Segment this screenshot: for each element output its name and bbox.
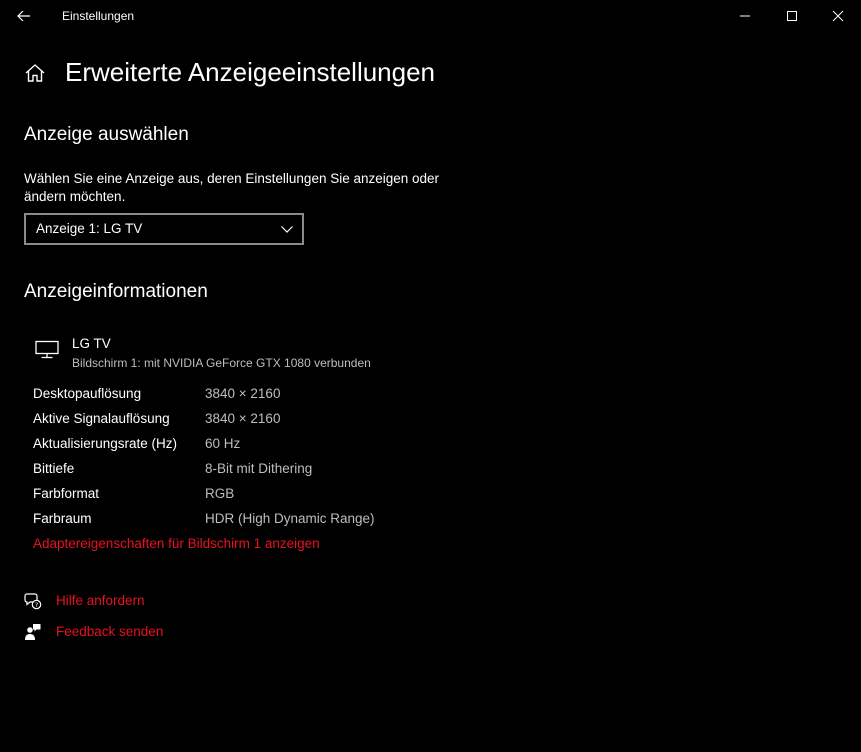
info-label: Bittiefe [33,461,75,476]
minimize-button[interactable] [722,0,768,32]
chevron-down-icon [281,226,293,233]
svg-text:?: ? [35,601,38,609]
get-help-label: Hilfe anfordern [56,593,145,608]
info-row: Aktualisierungsrate (Hz) 60 Hz [33,434,533,459]
info-value: 3840 × 2160 [205,411,281,426]
info-value: HDR (High Dynamic Range) [205,511,375,526]
settings-window: Einstellungen Erweiterte Anzeigeeinstell… [0,0,861,752]
info-value: 8-Bit mit Dithering [205,461,313,476]
home-icon[interactable] [24,62,46,84]
display-select-dropdown[interactable]: Anzeige 1: LG TV [24,213,304,245]
info-label: Aktive Signalauflösung [33,411,170,426]
display-info-heading: Anzeigeinformationen [24,281,208,302]
select-display-description: Wählen Sie eine Anzeige aus, deren Einst… [24,171,440,204]
close-icon [832,10,844,22]
info-value: 3840 × 2160 [205,386,281,401]
arrow-left-icon [17,10,30,22]
minimize-icon [740,15,750,17]
info-row: Aktive Signalauflösung 3840 × 2160 [33,409,533,434]
monitor-subtitle: Bildschirm 1: mit NVIDIA GeForce GTX 108… [72,356,371,370]
info-row: Desktopauflösung 3840 × 2160 [33,384,533,409]
info-value: RGB [205,486,235,501]
info-label: Farbformat [33,486,100,501]
select-display-heading: Anzeige auswählen [24,124,189,145]
send-feedback-label: Feedback senden [56,624,164,639]
display-info-table: Desktopauflösung 3840 × 2160 Aktive Sign… [33,384,533,534]
chat-help-icon: ? [24,593,42,610]
info-row: Bittiefe 8-Bit mit Dithering [33,459,533,484]
info-label: Farbraum [33,511,92,526]
back-button[interactable] [10,4,38,28]
monitor-name: LG TV [72,336,111,351]
info-label: Aktualisierungsrate (Hz) [33,436,178,451]
info-row: Farbraum HDR (High Dynamic Range) [33,509,533,534]
monitor-icon [35,340,59,359]
info-row: Farbformat RGB [33,484,533,509]
info-label: Desktopauflösung [33,386,142,401]
adapter-properties-link[interactable]: Adaptereigenschaften für Bildschirm 1 an… [33,536,320,551]
title-bar: Einstellungen [0,0,861,32]
page-title: Erweiterte Anzeigeeinstellungen [65,57,436,87]
close-button[interactable] [815,0,861,32]
get-help-link[interactable]: ? Hilfe anfordern [24,592,164,612]
window-title: Einstellungen [62,9,135,23]
maximize-icon [787,11,797,21]
dropdown-selected-value: Anzeige 1: LG TV [36,221,143,236]
send-feedback-link[interactable]: Feedback senden [24,623,184,643]
maximize-button[interactable] [769,0,815,32]
feedback-icon [25,624,41,640]
info-value: 60 Hz [205,436,241,451]
